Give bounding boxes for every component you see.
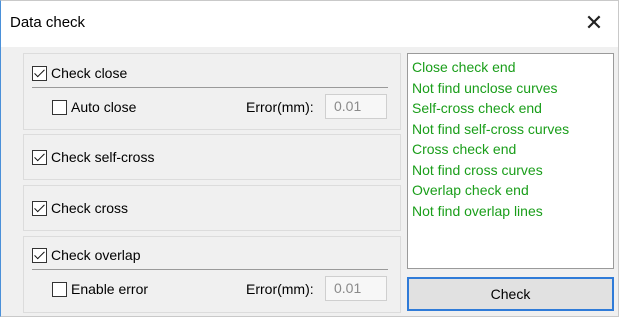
auto-close-checkbox[interactable]: Auto close [52,99,136,115]
close-error-label: Error(mm): [246,99,314,115]
log-line: Close check end [412,59,516,75]
check-self-cross-checkbox[interactable]: Check self-cross [32,149,154,165]
checkbox-unchecked-icon[interactable] [52,281,67,297]
checkbox-checked-icon[interactable] [32,149,47,165]
log-line: Not find unclose curves [412,79,558,96]
group-separator [32,87,388,88]
dialog-title: Data check [10,14,86,31]
check-cross-group: Check cross [23,185,401,231]
close-error-input[interactable]: 0.01 [325,94,387,119]
log-line: Cross check end [412,141,517,157]
check-button[interactable]: Check [407,277,614,311]
overlap-error-label: Error(mm): [246,281,314,297]
group-separator [32,269,388,270]
check-overlap-checkbox[interactable]: Check overlap [32,247,141,263]
check-self-cross-group: Check self-cross [23,134,401,180]
log-line: Not find self-cross curves [412,120,570,137]
overlap-error-input[interactable]: 0.01 [325,276,387,301]
check-overlap-label: Check overlap [51,247,141,263]
title-bar: Data check ✕ [1,1,618,47]
check-close-group: Check close Auto close Error(mm): 0.01 [23,53,401,130]
check-self-cross-label: Check self-cross [51,149,155,165]
log-line: Not find overlap lines [412,202,543,219]
checkbox-checked-icon[interactable] [32,200,47,216]
check-overlap-group: Check overlap Enable error Error(mm): 0.… [23,236,401,313]
check-cross-checkbox[interactable]: Check cross [32,200,128,216]
checkbox-unchecked-icon[interactable] [52,99,67,115]
data-check-dialog: Data check ✕ Check close Auto close Erro… [0,0,619,317]
log-line: Not find cross curves [412,161,543,178]
checkbox-checked-icon[interactable] [32,247,47,263]
log-line: Self-cross check end [412,100,542,116]
auto-close-label: Auto close [71,99,137,115]
checkbox-checked-icon[interactable] [32,65,47,81]
enable-error-label: Enable error [71,281,149,297]
check-cross-label: Check cross [51,200,129,216]
enable-error-checkbox[interactable]: Enable error [52,281,148,297]
check-close-label: Check close [51,65,128,81]
check-close-checkbox[interactable]: Check close [32,65,127,81]
close-icon[interactable]: ✕ [580,9,608,37]
log-line: Overlap check end [412,182,529,198]
check-result-log[interactable]: Close check end Not find unclose curves Se… [407,53,614,269]
